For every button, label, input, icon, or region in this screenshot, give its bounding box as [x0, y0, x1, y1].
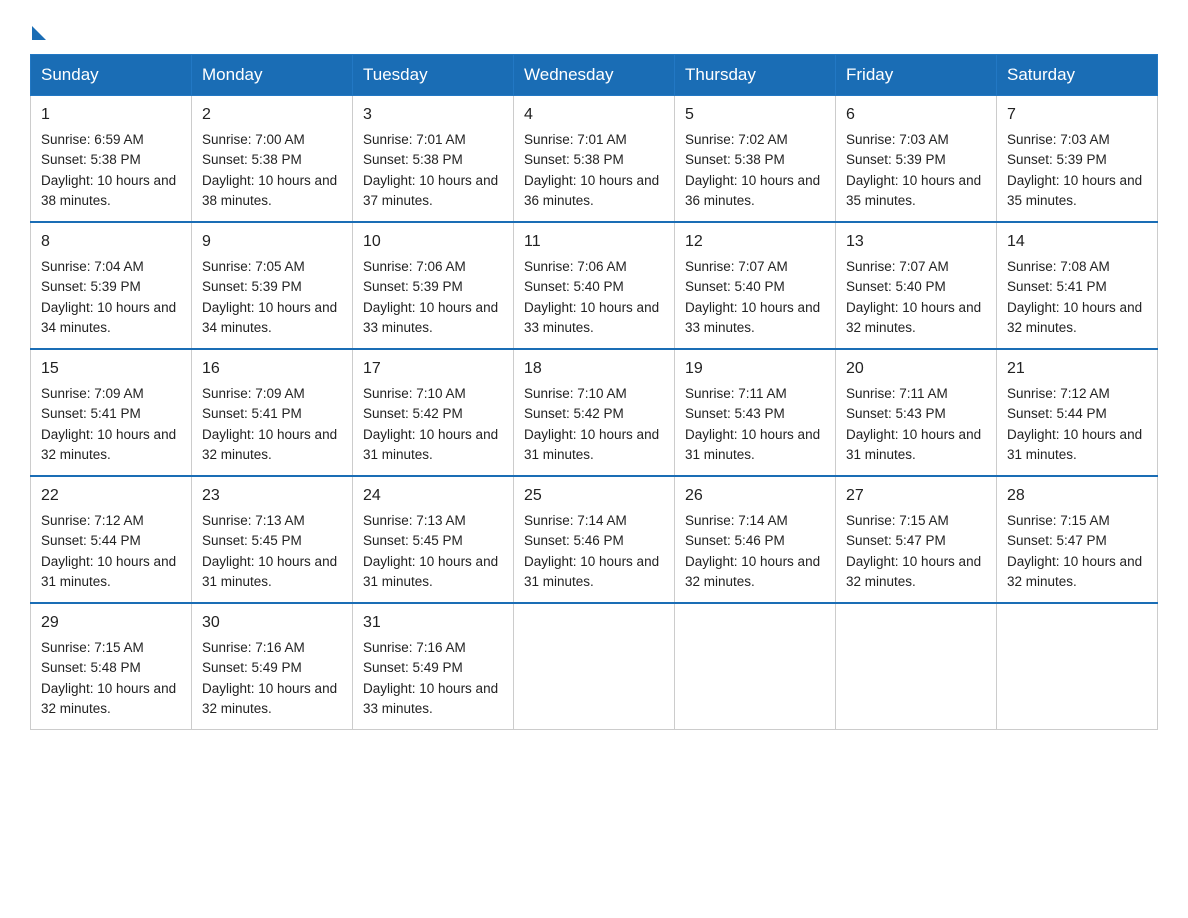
calendar-cell: 1Sunrise: 6:59 AMSunset: 5:38 PMDaylight…: [31, 96, 192, 223]
calendar-cell: 18Sunrise: 7:10 AMSunset: 5:42 PMDayligh…: [514, 349, 675, 476]
day-number: 29: [41, 611, 181, 635]
day-number: 12: [685, 230, 825, 254]
calendar-cell: 8Sunrise: 7:04 AMSunset: 5:39 PMDaylight…: [31, 222, 192, 349]
calendar-cell: 3Sunrise: 7:01 AMSunset: 5:38 PMDaylight…: [353, 96, 514, 223]
day-number: 8: [41, 230, 181, 254]
day-number: 22: [41, 484, 181, 508]
calendar-cell: 29Sunrise: 7:15 AMSunset: 5:48 PMDayligh…: [31, 603, 192, 730]
calendar-cell: 10Sunrise: 7:06 AMSunset: 5:39 PMDayligh…: [353, 222, 514, 349]
day-number: 24: [363, 484, 503, 508]
day-number: 28: [1007, 484, 1147, 508]
calendar-cell: 30Sunrise: 7:16 AMSunset: 5:49 PMDayligh…: [192, 603, 353, 730]
day-number: 6: [846, 103, 986, 127]
calendar-cell: 13Sunrise: 7:07 AMSunset: 5:40 PMDayligh…: [836, 222, 997, 349]
day-header-saturday: Saturday: [997, 55, 1158, 96]
day-number: 19: [685, 357, 825, 381]
calendar-cell: 16Sunrise: 7:09 AMSunset: 5:41 PMDayligh…: [192, 349, 353, 476]
day-number: 16: [202, 357, 342, 381]
page-header: [30, 20, 1158, 36]
week-row-4: 22Sunrise: 7:12 AMSunset: 5:44 PMDayligh…: [31, 476, 1158, 603]
day-number: 27: [846, 484, 986, 508]
day-header-wednesday: Wednesday: [514, 55, 675, 96]
calendar-cell: 7Sunrise: 7:03 AMSunset: 5:39 PMDaylight…: [997, 96, 1158, 223]
day-number: 25: [524, 484, 664, 508]
calendar-cell: 14Sunrise: 7:08 AMSunset: 5:41 PMDayligh…: [997, 222, 1158, 349]
day-number: 4: [524, 103, 664, 127]
calendar-cell: 26Sunrise: 7:14 AMSunset: 5:46 PMDayligh…: [675, 476, 836, 603]
day-number: 31: [363, 611, 503, 635]
week-row-2: 8Sunrise: 7:04 AMSunset: 5:39 PMDaylight…: [31, 222, 1158, 349]
day-header-tuesday: Tuesday: [353, 55, 514, 96]
day-header-monday: Monday: [192, 55, 353, 96]
day-number: 20: [846, 357, 986, 381]
day-number: 26: [685, 484, 825, 508]
calendar-cell: [675, 603, 836, 730]
day-number: 13: [846, 230, 986, 254]
day-number: 1: [41, 103, 181, 127]
calendar-cell: 15Sunrise: 7:09 AMSunset: 5:41 PMDayligh…: [31, 349, 192, 476]
day-header-sunday: Sunday: [31, 55, 192, 96]
day-header-friday: Friday: [836, 55, 997, 96]
calendar-cell: 2Sunrise: 7:00 AMSunset: 5:38 PMDaylight…: [192, 96, 353, 223]
calendar-cell: 4Sunrise: 7:01 AMSunset: 5:38 PMDaylight…: [514, 96, 675, 223]
calendar-cell: 5Sunrise: 7:02 AMSunset: 5:38 PMDaylight…: [675, 96, 836, 223]
week-row-3: 15Sunrise: 7:09 AMSunset: 5:41 PMDayligh…: [31, 349, 1158, 476]
calendar-table: SundayMondayTuesdayWednesdayThursdayFrid…: [30, 54, 1158, 730]
calendar-cell: 12Sunrise: 7:07 AMSunset: 5:40 PMDayligh…: [675, 222, 836, 349]
calendar-cell: 27Sunrise: 7:15 AMSunset: 5:47 PMDayligh…: [836, 476, 997, 603]
calendar-header-row: SundayMondayTuesdayWednesdayThursdayFrid…: [31, 55, 1158, 96]
calendar-cell: 22Sunrise: 7:12 AMSunset: 5:44 PMDayligh…: [31, 476, 192, 603]
calendar-cell: 31Sunrise: 7:16 AMSunset: 5:49 PMDayligh…: [353, 603, 514, 730]
calendar-cell: 17Sunrise: 7:10 AMSunset: 5:42 PMDayligh…: [353, 349, 514, 476]
day-number: 21: [1007, 357, 1147, 381]
calendar-cell: 25Sunrise: 7:14 AMSunset: 5:46 PMDayligh…: [514, 476, 675, 603]
calendar-cell: 23Sunrise: 7:13 AMSunset: 5:45 PMDayligh…: [192, 476, 353, 603]
day-number: 5: [685, 103, 825, 127]
calendar-cell: 11Sunrise: 7:06 AMSunset: 5:40 PMDayligh…: [514, 222, 675, 349]
week-row-1: 1Sunrise: 6:59 AMSunset: 5:38 PMDaylight…: [31, 96, 1158, 223]
week-row-5: 29Sunrise: 7:15 AMSunset: 5:48 PMDayligh…: [31, 603, 1158, 730]
day-number: 11: [524, 230, 664, 254]
logo-arrow-icon: [32, 26, 46, 40]
day-header-thursday: Thursday: [675, 55, 836, 96]
calendar-cell: 19Sunrise: 7:11 AMSunset: 5:43 PMDayligh…: [675, 349, 836, 476]
day-number: 18: [524, 357, 664, 381]
calendar-cell: [997, 603, 1158, 730]
calendar-cell: 20Sunrise: 7:11 AMSunset: 5:43 PMDayligh…: [836, 349, 997, 476]
calendar-cell: 6Sunrise: 7:03 AMSunset: 5:39 PMDaylight…: [836, 96, 997, 223]
day-number: 10: [363, 230, 503, 254]
day-number: 9: [202, 230, 342, 254]
day-number: 14: [1007, 230, 1147, 254]
logo: [30, 20, 46, 36]
calendar-cell: [836, 603, 997, 730]
calendar-cell: 21Sunrise: 7:12 AMSunset: 5:44 PMDayligh…: [997, 349, 1158, 476]
day-number: 30: [202, 611, 342, 635]
day-number: 23: [202, 484, 342, 508]
day-number: 15: [41, 357, 181, 381]
day-number: 2: [202, 103, 342, 127]
day-number: 3: [363, 103, 503, 127]
day-number: 7: [1007, 103, 1147, 127]
calendar-cell: 9Sunrise: 7:05 AMSunset: 5:39 PMDaylight…: [192, 222, 353, 349]
calendar-cell: 28Sunrise: 7:15 AMSunset: 5:47 PMDayligh…: [997, 476, 1158, 603]
calendar-cell: 24Sunrise: 7:13 AMSunset: 5:45 PMDayligh…: [353, 476, 514, 603]
calendar-cell: [514, 603, 675, 730]
day-number: 17: [363, 357, 503, 381]
